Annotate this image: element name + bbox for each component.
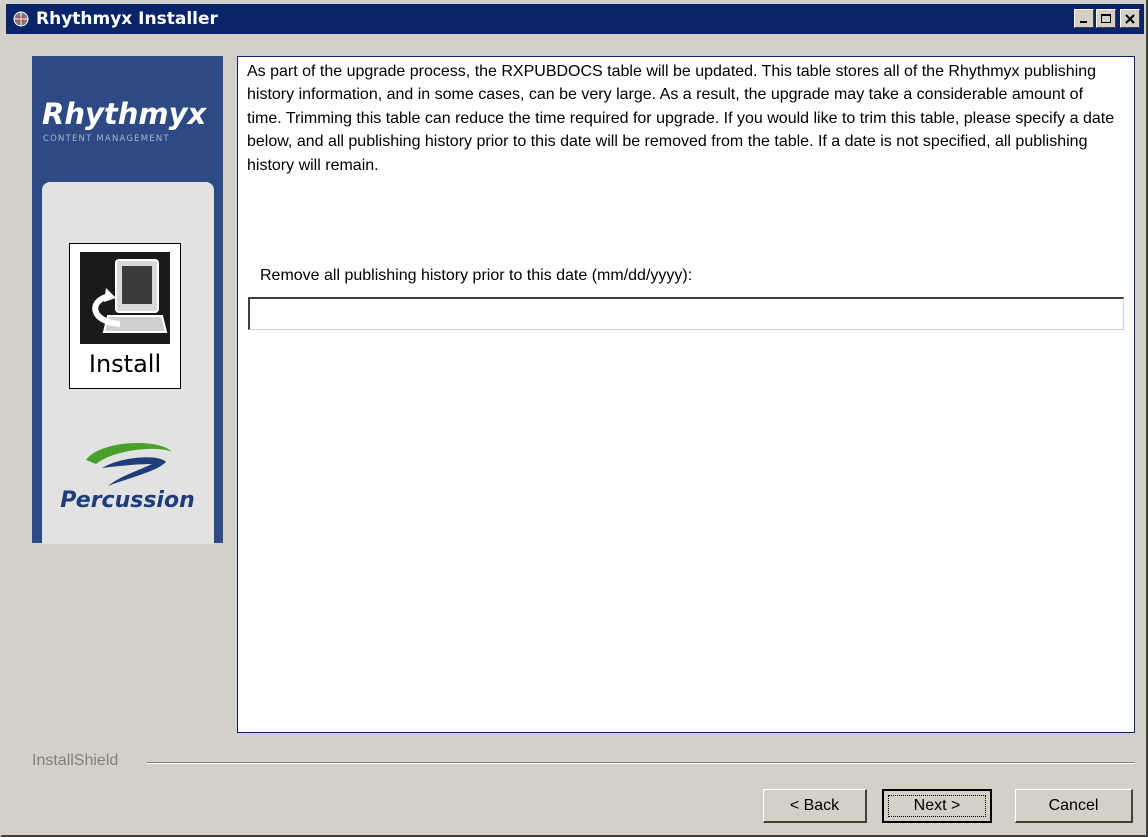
content-panel: As part of the upgrade process, the RXPU… <box>237 56 1135 733</box>
maximize-icon <box>1101 13 1111 23</box>
install-tile: Install <box>69 243 181 389</box>
installer-window: Rhythmyx Installer Rhythmyx CONTENT MANA… <box>0 0 1148 837</box>
close-icon <box>1125 13 1135 24</box>
date-input[interactable] <box>248 297 1124 330</box>
upgrade-description: As part of the upgrade process, the RXPU… <box>247 63 1115 174</box>
percussion-swoosh-icon <box>86 442 172 486</box>
title-bar[interactable]: Rhythmyx Installer <box>6 4 1144 34</box>
close-button[interactable] <box>1120 9 1140 28</box>
cancel-button[interactable]: Cancel <box>1015 789 1133 823</box>
minimize-button[interactable] <box>1074 9 1094 28</box>
rhythmyx-logo: Rhythmyx CONTENT MANAGEMENT <box>42 97 208 144</box>
svg-text:CONTENT MANAGEMENT: CONTENT MANAGEMENT <box>43 134 170 144</box>
app-icon <box>13 11 29 27</box>
back-button[interactable]: < Back <box>763 789 867 823</box>
minimize-icon <box>1080 20 1087 23</box>
svg-text:Rhythmyx: Rhythmyx <box>42 97 208 131</box>
divider <box>147 762 1135 764</box>
next-button[interactable]: Next > <box>882 789 992 823</box>
installshield-label: InstallShield <box>32 752 119 769</box>
computer-install-icon <box>80 252 170 344</box>
window-controls <box>1074 9 1140 28</box>
date-field-label: Remove all publishing history prior to t… <box>260 267 693 284</box>
install-label: Install <box>88 350 162 378</box>
maximize-button[interactable] <box>1096 9 1116 28</box>
focus-rect <box>888 795 986 817</box>
window-title: Rhythmyx Installer <box>36 9 218 29</box>
sidebar-banner: Rhythmyx CONTENT MANAGEMENT Install Perc… <box>32 56 223 544</box>
percussion-logo-text: Percussion <box>60 488 195 513</box>
